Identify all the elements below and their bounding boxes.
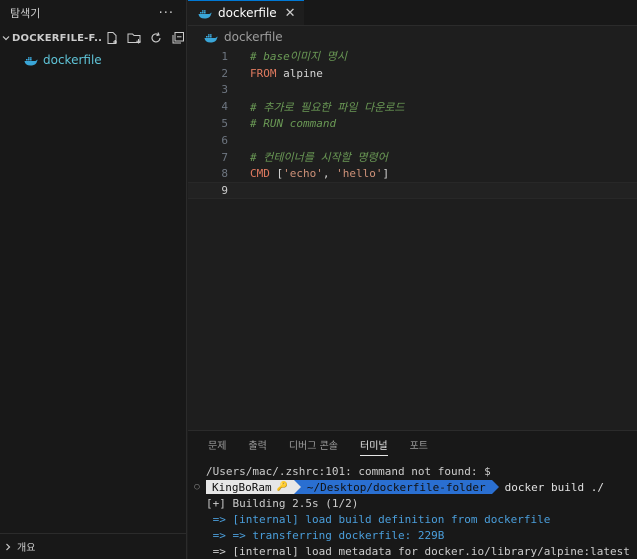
code-line[interactable]: 1 # base이미지 명시	[188, 48, 637, 65]
chevron-down-icon[interactable]	[0, 32, 12, 44]
terminal-line: => [internal] load build definition from…	[188, 511, 637, 527]
code-token: # 추가로 필요한 파일 다운로드	[250, 100, 405, 114]
command-decoration-icon[interactable]: ○	[188, 482, 206, 492]
editor-area: dockerfile ✕ dockerfile 1 # base이미지 명시 2 FR…	[188, 0, 637, 430]
terminal-line: => [internal] load metadata for docker.i…	[188, 543, 637, 559]
panel-tab[interactable]: 터미널	[360, 433, 388, 456]
code-token: # 컨테이너를 시작할 명령어	[250, 151, 388, 165]
key-icon: 🔑	[276, 482, 288, 492]
code-line[interactable]: 5 # RUN command	[188, 115, 637, 132]
more-actions-icon[interactable]: ···	[159, 6, 174, 21]
terminal-line: /Users/mac/.zshrc:101: command not found…	[188, 463, 637, 479]
panel-tab[interactable]: 디버그 콘솔	[289, 433, 338, 455]
folder-name: DOCKERFILE-F...	[12, 32, 102, 44]
line-number: 2	[221, 66, 228, 80]
terminal[interactable]: /Users/mac/.zshrc:101: command not found…	[188, 463, 637, 559]
code-token: # base이미지 명시	[250, 50, 347, 64]
line-number: 5	[221, 117, 228, 131]
code-text: # RUN command	[250, 117, 336, 130]
tab-label: dockerfile	[218, 6, 277, 20]
breadcrumb[interactable]: dockerfile	[188, 26, 637, 48]
terminal-line: [+] Building 2.5s (1/2)	[188, 495, 637, 511]
line-number: 7	[221, 150, 228, 164]
terminal-text: => [internal] load build definition from…	[206, 512, 551, 526]
terminal-text: /Users/mac/.zshrc:101: command not found…	[206, 464, 491, 478]
tab-bar: dockerfile ✕	[188, 0, 637, 26]
bottom-panel: 문제 출력 디버그 콘솔 터미널 포트 /Users/mac/.zshrc:101: c…	[188, 430, 637, 559]
folder-actions	[104, 30, 186, 46]
terminal-text: => => transferring dockerfile: 229B	[206, 528, 445, 542]
code-token: 'hello'	[336, 167, 383, 181]
code-token: CMD	[250, 167, 270, 181]
line-number: 8	[221, 167, 228, 181]
code-text: FROM alpine	[250, 67, 323, 80]
prompt-separator	[293, 480, 301, 494]
code-token: # RUN command	[250, 117, 337, 131]
code-line[interactable]: 6	[188, 132, 637, 149]
terminal-text: [+] Building 2.5s (1/2)	[206, 496, 359, 510]
prompt-separator	[491, 480, 499, 494]
file-name: dockerfile	[43, 53, 102, 67]
code-line[interactable]: 3	[188, 82, 637, 99]
code-editor[interactable]: 1 # base이미지 명시 2 FROM alpine 3 4 # 추가로 필요한 파일 …	[188, 48, 637, 200]
line-number: 1	[221, 49, 228, 63]
breadcrumb-label: dockerfile	[224, 30, 283, 44]
line-number: 3	[221, 83, 228, 97]
code-text: # base이미지 명시	[250, 48, 347, 64]
code-text: # 추가로 필요한 파일 다운로드	[250, 99, 405, 115]
chevron-right-icon[interactable]	[2, 541, 14, 553]
prompt-user: KingBoRam 🔑	[206, 480, 294, 494]
code-token: ,	[322, 167, 337, 181]
new-folder-icon[interactable]	[126, 30, 142, 46]
code-text: CMD ['echo', 'hello']	[250, 167, 389, 180]
terminal-text: => [internal] load metadata for docker.i…	[206, 544, 630, 558]
panel-tab[interactable]: 문제	[208, 433, 226, 455]
line-number: 6	[221, 133, 228, 147]
refresh-icon[interactable]	[148, 30, 164, 46]
panel-tab[interactable]: 출력	[248, 433, 266, 455]
new-file-icon[interactable]	[104, 30, 120, 46]
folder-row[interactable]: DOCKERFILE-F...	[0, 27, 186, 49]
tab-dockerfile[interactable]: dockerfile ✕	[188, 0, 304, 25]
close-icon[interactable]: ✕	[285, 6, 296, 21]
prompt-path: ~/Desktop/dockerfile-folder	[300, 480, 492, 494]
explorer-title: 탐색기	[10, 7, 41, 20]
code-line[interactable]: 2 FROM alpine	[188, 65, 637, 82]
docker-file-icon	[198, 4, 212, 23]
code-token: [	[269, 167, 284, 181]
outline-section[interactable]: 개요	[0, 533, 187, 559]
line-number: 4	[221, 100, 228, 114]
line-number: 9	[221, 184, 228, 198]
code-token: FROM	[250, 66, 277, 80]
code-token: alpine	[276, 66, 323, 80]
terminal-prompt-line: ○ KingBoRam 🔑 ~/Desktop/dockerfile-folde…	[188, 479, 637, 495]
terminal-command: docker build ./	[504, 480, 604, 494]
explorer-sidebar: 탐색기 ··· DOCKERFILE-F... dockerfile 개요	[0, 0, 187, 559]
code-line[interactable]: 7 # 컨테이너를 시작할 명령어	[188, 149, 637, 166]
code-line[interactable]: 8 CMD ['echo', 'hello']	[188, 166, 637, 183]
docker-file-icon	[204, 28, 218, 47]
terminal-line: => => transferring dockerfile: 229B	[188, 527, 637, 543]
panel-tabs: 문제 출력 디버그 콘솔 터미널 포트	[188, 431, 637, 457]
code-line[interactable]: 9	[188, 182, 637, 200]
code-token: 'echo'	[283, 167, 323, 181]
explorer-header: 탐색기 ···	[0, 0, 186, 26]
panel-tab[interactable]: 포트	[410, 433, 428, 455]
outline-label: 개요	[17, 543, 36, 554]
prompt-user-name: KingBoRam	[212, 480, 272, 494]
collapse-all-icon[interactable]	[170, 30, 186, 46]
code-token: ]	[382, 167, 390, 181]
file-item-dockerfile[interactable]: dockerfile	[0, 49, 186, 71]
code-text: # 컨테이너를 시작할 명령어	[250, 149, 388, 165]
docker-file-icon	[24, 51, 38, 70]
code-line[interactable]: 4 # 추가로 필요한 파일 다운로드	[188, 98, 637, 115]
